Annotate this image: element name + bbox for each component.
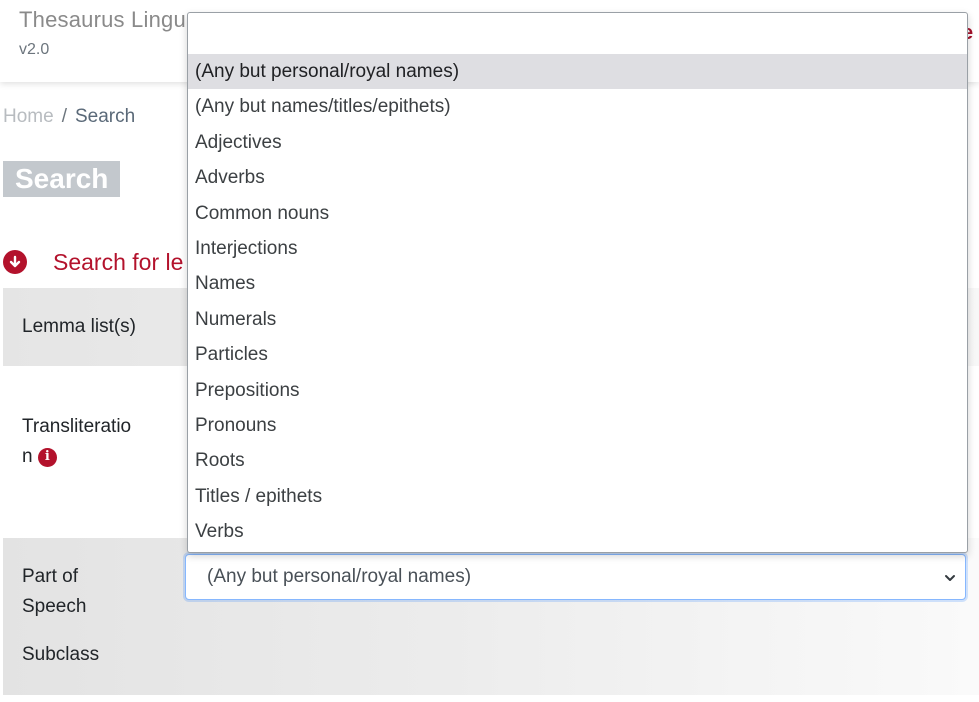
info-icon[interactable]: i [37,447,57,467]
search-section-toggle[interactable]: Search for le [3,247,183,277]
lemma-list-label: Lemma list(s) [22,316,137,337]
dropdown-option[interactable]: (Any but personal/royal names) [188,54,967,90]
dropdown-option[interactable]: Prepositions [188,373,967,408]
dropdown-option[interactable]: Common nouns [188,196,967,231]
arrow-down-circle-icon[interactable] [3,250,27,274]
site-version: v2.0 [19,41,50,58]
dropdown-option[interactable]: Titles / epithets [188,479,967,514]
breadcrumb-home-link[interactable]: Home [3,106,54,127]
dropdown-option[interactable]: Interjections [188,231,967,266]
arrow-down-icon [9,255,21,268]
dropdown-option[interactable]: Names [188,266,967,301]
part-of-speech-select[interactable]: (Any but personal/royal names) [185,554,966,600]
chevron-down-icon [945,575,955,581]
part-of-speech-select-value: (Any but personal/royal names) [207,566,472,587]
dropdown-option[interactable]: Adverbs [188,160,967,195]
dropdown-option[interactable]: (Any but names/titles/epithets) [188,89,967,124]
dropdown-option[interactable]: Pronouns [188,408,967,443]
part-of-speech-label: Part of Speech [22,562,122,622]
dropdown-options-list: (Any but personal/royal names) (Any but n… [188,54,967,549]
dropdown-option[interactable]: Roots [188,443,967,478]
transliteration-label-line1: Transliteratio [22,416,132,437]
dropdown-option[interactable]: Adjectives [188,125,967,160]
dropdown-option[interactable]: Numerals [188,302,967,337]
breadcrumb: Home / Search [3,106,135,128]
page-title: Search [3,161,121,197]
transliteration-label: Transliteratio n i [22,412,147,472]
dropdown-option[interactable]: Particles [188,337,967,372]
site-title[interactable]: Thesaurus Lingu [19,7,186,33]
part-of-speech-dropdown[interactable]: (Any but personal/royal names) (Any but n… [187,12,968,553]
part-of-speech-label-line2: Speech [22,596,87,617]
breadcrumb-separator: / [61,106,67,127]
dropdown-option[interactable]: Verbs [188,514,967,549]
breadcrumb-current: Search [74,106,136,127]
transliteration-label-line2: n [22,446,33,467]
search-section-label[interactable]: Search for le [53,249,183,276]
subclass-label: Subclass [22,644,100,665]
part-of-speech-label-line1: Part of [22,566,78,587]
